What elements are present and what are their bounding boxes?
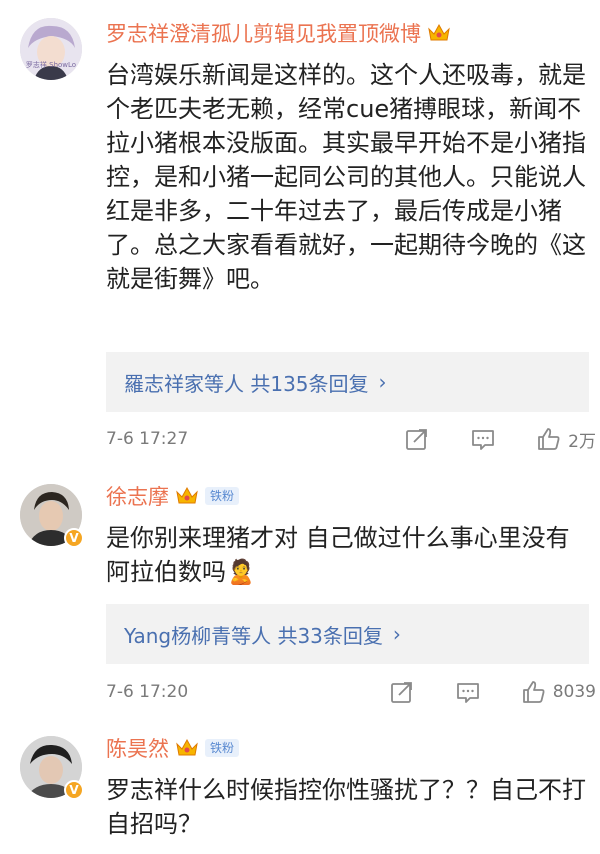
fan-badge: 铁粉 (205, 739, 240, 757)
action-bar: 8039 (389, 679, 596, 705)
author-name[interactable]: 徐志摩 (106, 481, 169, 511)
timestamp: 7-6 17:20 (106, 682, 189, 702)
reply-summary-text: Yang杨柳青等人 共33条回复 (124, 623, 383, 648)
chevron-right-icon: › (392, 622, 401, 646)
reply-summary-text: 羅志祥家等人 共135条回复 (124, 371, 369, 396)
verified-badge-icon: V (64, 528, 84, 548)
share-icon[interactable] (389, 679, 415, 705)
comment-text: 是你别来理猪才对 自己做过什么事心里没有阿拉伯数吗🙎 (106, 524, 570, 586)
comment-meta: 7-6 17:20 8039 (106, 677, 596, 707)
like-button[interactable]: 8039 (521, 679, 596, 705)
reply-summary[interactable]: Yang杨柳青等人 共33条回复 › (106, 604, 589, 664)
verified-badge-icon: V (64, 780, 84, 800)
author-row: 陈昊然 铁粉 (106, 733, 240, 763)
thumbs-up-icon (538, 428, 560, 450)
chevron-right-icon: › (378, 370, 387, 394)
author-row: 罗志祥澄清孤儿剪辑见我置顶微博 (106, 18, 451, 48)
fan-badge: 铁粉 (205, 487, 240, 505)
comment-icon[interactable] (470, 426, 496, 452)
comment-icon[interactable] (455, 679, 481, 705)
like-count: 2万 (568, 431, 596, 452)
comment-meta: 7-6 17:27 2万 (106, 424, 596, 454)
share-icon[interactable] (404, 426, 430, 452)
reply-summary[interactable]: 羅志祥家等人 共135条回复 › (106, 352, 589, 412)
avatar-watermark: 罗志祥 ShowLo (25, 61, 77, 69)
thumbs-up-icon (522, 681, 545, 703)
crown-icon (428, 23, 450, 41)
like-button[interactable]: 2万 (536, 426, 596, 452)
author-name[interactable]: 陈昊然 (106, 733, 169, 763)
action-bar: 2万 (404, 426, 596, 452)
comment-text: 罗志祥什么时候指控你性骚扰了？？自己不打自招吗？ (106, 776, 586, 838)
avatar-image (20, 18, 82, 80)
timestamp: 7-6 17:27 (106, 429, 189, 449)
crown-icon (176, 486, 198, 504)
like-count: 8039 (552, 682, 596, 702)
author-row: 徐志摩 铁粉 (106, 481, 240, 511)
author-name[interactable]: 罗志祥澄清孤儿剪辑见我置顶微博 (106, 18, 421, 48)
crown-icon (176, 738, 198, 756)
avatar[interactable]: 罗志祥 ShowLo (20, 18, 82, 80)
comment-text: 台湾娱乐新闻是这样的。这个人还吸毒，就是个老匹夫老无赖，经常cue猪搏眼球，新闻… (106, 61, 586, 293)
